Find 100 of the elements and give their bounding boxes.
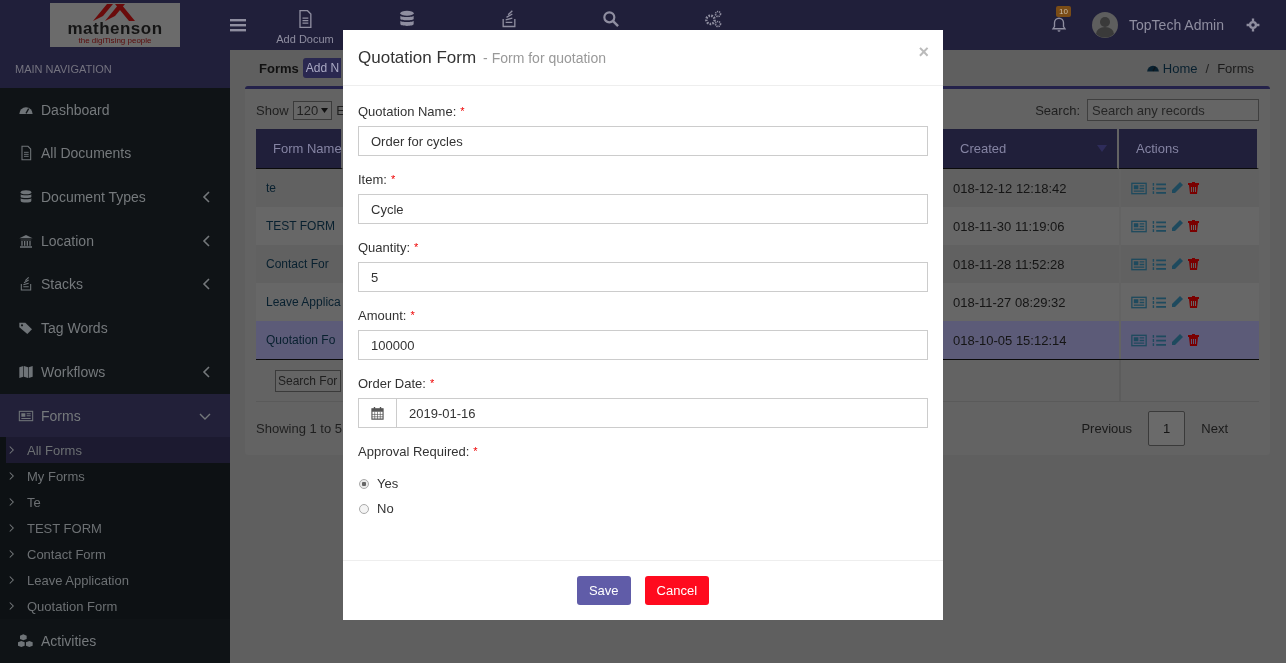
cancel-button[interactable]: Cancel	[644, 576, 710, 605]
input-field[interactable]: 100000	[358, 330, 928, 360]
submenu-item[interactable]: Leave Application	[0, 567, 230, 594]
newspaper-icon[interactable]	[1131, 333, 1147, 347]
table-info: Showing 1 to 5	[256, 420, 342, 436]
chevron-right-icon	[8, 497, 15, 508]
created-date: 018-11-30 11:19:06	[953, 218, 1065, 234]
database-icon	[397, 9, 417, 29]
input-field[interactable]: Order for cycles	[358, 126, 928, 156]
breadcrumb-link[interactable]: Forms	[1217, 60, 1254, 76]
search-field[interactable]: Search any records	[1087, 99, 1259, 121]
sidebar-item[interactable]: Location	[0, 218, 230, 263]
chevron-right-icon	[8, 601, 15, 612]
avatar-icon[interactable]	[1092, 12, 1119, 38]
section-heading: MAIN NAVIGATION	[0, 50, 230, 88]
caret-down-icon	[321, 107, 329, 113]
numbered-list-icon[interactable]	[1152, 257, 1166, 271]
field-label: Approval Required:	[358, 443, 470, 459]
company-logo[interactable]: mathenson the digiTising people	[50, 3, 180, 47]
submenu-item[interactable]: Contact Form	[0, 541, 230, 568]
sidebar-item[interactable]: Stacks	[0, 262, 230, 307]
user-name[interactable]: TopTech Admin	[1129, 17, 1224, 33]
trash-icon[interactable]	[1188, 296, 1199, 308]
save-button[interactable]: Save	[576, 576, 631, 605]
newspaper-icon[interactable]	[1131, 295, 1147, 309]
form-link[interactable]: Leave Applica	[266, 295, 341, 309]
submenu-item[interactable]: My Forms	[0, 463, 230, 490]
search-label: Search:	[1035, 102, 1080, 118]
sidebar-item[interactable]: Document Types	[0, 175, 230, 219]
pencil-icon[interactable]	[1171, 258, 1183, 270]
created-date: 018-11-27 08:29:32	[953, 294, 1066, 310]
pencil-icon[interactable]	[1171, 220, 1183, 232]
submenu-item[interactable]: TEST FORM	[0, 515, 230, 542]
column-header[interactable]: Form Name	[256, 129, 343, 169]
sidebar-item[interactable]: Workflows	[0, 349, 230, 394]
trash-icon[interactable]	[1188, 220, 1199, 232]
trash-icon[interactable]	[1188, 258, 1199, 270]
nav-label[interactable]: Add Docum	[276, 33, 334, 45]
newspaper-icon[interactable]	[1131, 181, 1147, 195]
input-field[interactable]: 5	[358, 262, 928, 292]
tag-icon	[18, 320, 34, 337]
bank-icon	[18, 232, 34, 249]
sidebar-item[interactable]: Forms	[0, 393, 230, 438]
submenu-item[interactable]: All Forms	[6, 437, 230, 464]
form-link[interactable]: Quotation Fo	[266, 333, 336, 347]
required-mark: *	[410, 309, 415, 321]
submenu-item[interactable]: Quotation Form	[0, 593, 230, 620]
form-link[interactable]: te	[266, 181, 276, 195]
previous-link[interactable]: Previous	[1065, 420, 1149, 436]
chevron-right-icon	[8, 575, 15, 586]
page-size-select[interactable]: 120	[292, 100, 333, 120]
column-header[interactable]: Created	[943, 129, 1119, 169]
required-mark: *	[414, 241, 419, 253]
chevron-right-icon	[8, 471, 15, 482]
numbered-list-icon[interactable]	[1152, 181, 1166, 195]
breadcrumb-link[interactable]: Home	[1145, 60, 1198, 76]
form-link[interactable]: Contact For	[266, 257, 329, 271]
numbered-list-icon[interactable]	[1152, 333, 1166, 347]
settings-icon[interactable]	[1246, 18, 1260, 32]
newspaper-icon[interactable]	[1131, 257, 1147, 271]
numbered-list-icon[interactable]	[1152, 295, 1166, 309]
trash-icon[interactable]	[1188, 182, 1199, 194]
sidebar-item[interactable]: Dashboard	[0, 87, 230, 132]
show-label: Show	[256, 102, 289, 118]
pencil-icon[interactable]	[1171, 296, 1183, 308]
map-icon	[18, 363, 34, 380]
form-link[interactable]: TEST FORM	[266, 219, 336, 233]
column-header[interactable]: Actions	[1119, 129, 1259, 169]
option-label[interactable]: Yes	[377, 476, 399, 491]
radio-button[interactable]	[359, 503, 369, 514]
add-button[interactable]: Add N	[302, 58, 342, 78]
trash-icon[interactable]	[1188, 334, 1199, 346]
sidebar-item[interactable]: All Documents	[0, 131, 230, 176]
breadcrumb-separator: /	[1205, 60, 1210, 76]
sidebar-item[interactable]: Tag Words	[0, 306, 230, 350]
option-label[interactable]: No	[377, 501, 394, 516]
field-label: Quantity:	[358, 239, 411, 255]
submenu-item[interactable]: Te	[0, 489, 230, 516]
field-label: Amount:	[358, 307, 407, 323]
required-mark: *	[460, 105, 465, 117]
required-mark: *	[390, 173, 396, 185]
next-link[interactable]: Next	[1185, 420, 1244, 436]
page-button[interactable]: 1	[1148, 410, 1186, 446]
modal-title: Quotation Form	[358, 47, 477, 68]
calendar-icon	[371, 406, 384, 420]
radio-button[interactable]	[359, 478, 369, 489]
numbered-list-icon[interactable]	[1152, 219, 1166, 233]
created-date: 018-11-28 11:52:28	[953, 256, 1065, 272]
field-label: Item:	[358, 171, 387, 187]
date-field[interactable]: 2019-01-16	[396, 398, 928, 428]
modal-subtitle: - Form for quotation	[483, 49, 607, 66]
menu-icon[interactable]	[230, 18, 246, 32]
input-field[interactable]: Cycle	[358, 194, 928, 224]
filter-field[interactable]: Search For	[275, 369, 341, 392]
bell-icon[interactable]	[1050, 16, 1069, 34]
newspaper-icon[interactable]	[1131, 219, 1147, 233]
sidebar-item[interactable]: Activities	[0, 619, 230, 663]
logo-name: mathenson	[67, 21, 163, 36]
pencil-icon[interactable]	[1171, 334, 1183, 346]
pencil-icon[interactable]	[1171, 182, 1183, 194]
